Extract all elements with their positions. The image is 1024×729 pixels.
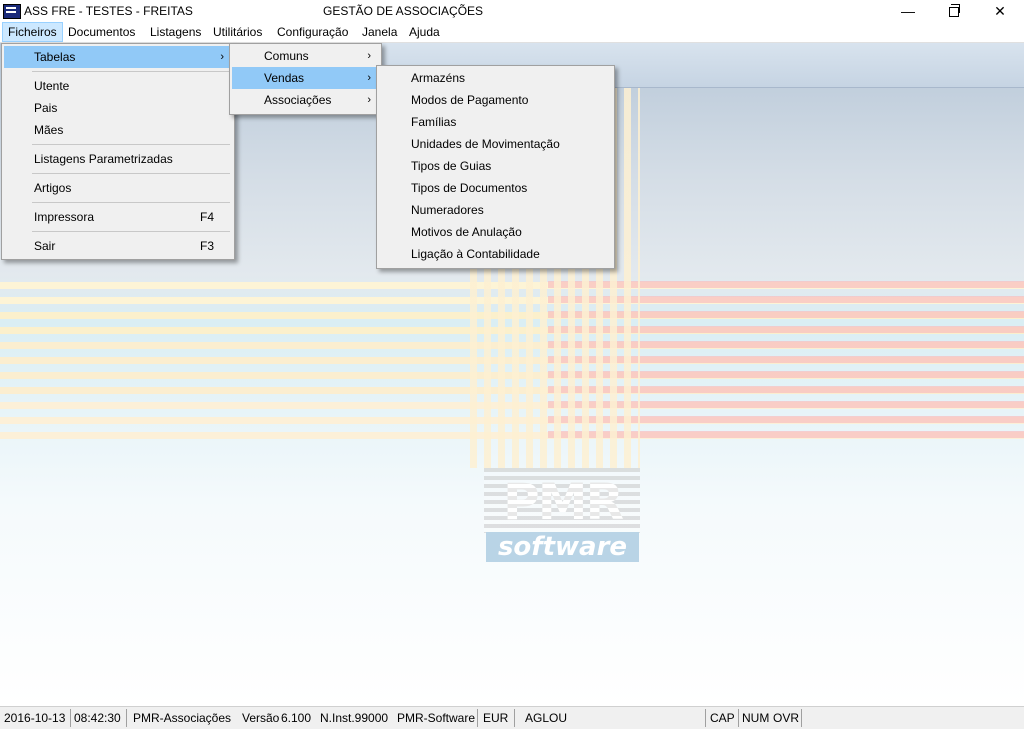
menu-documentos[interactable]: Documentos <box>63 22 140 42</box>
menu-item-label: Pais <box>34 101 58 115</box>
menu-ficheiros[interactable]: Ficheiros <box>2 22 63 42</box>
menu-separator <box>32 202 230 203</box>
menu-item-label: Impressora <box>34 210 95 224</box>
menu-item-label: Mães <box>34 123 64 137</box>
menu-item-label: Famílias <box>411 115 457 129</box>
title-bar: ASS FRE - TESTES - FREITAS GESTÃO DE ASS… <box>0 0 1024 22</box>
status-divider <box>705 709 706 727</box>
menu-item-label: Ligação à Contabilidade <box>411 247 540 261</box>
menu-item-label: Listagens Parametrizadas <box>34 152 173 166</box>
menu-item-label: Utente <box>34 79 70 93</box>
status-bar: 2016-10-13 08:42:30 PMR-Associações Vers… <box>0 706 1024 729</box>
status-cap: CAP <box>710 711 735 725</box>
menu-item-maes[interactable]: Mães <box>4 119 232 141</box>
menu-item-ligacao-contabilidade[interactable]: Ligação à Contabilidade <box>379 243 612 265</box>
status-num: NUM <box>742 711 770 725</box>
menu-item-sair[interactable]: Sair F3 <box>4 235 232 257</box>
menu-item-modos-pagamento[interactable]: Modos de Pagamento <box>379 89 612 111</box>
menu-item-numeradores[interactable]: Numeradores <box>379 199 612 221</box>
restore-icon <box>949 4 960 17</box>
menu-separator <box>32 173 230 174</box>
menu-item-label: Sair <box>34 239 56 253</box>
menu-janela[interactable]: Janela <box>357 22 402 42</box>
ficheiros-dropdown: Tabelas › Utente Pais Mães Listagens Par… <box>1 43 235 260</box>
chevron-right-icon: › <box>220 51 224 63</box>
menu-item-label: Artigos <box>34 181 72 195</box>
menu-listagens[interactable]: Listagens <box>145 22 206 42</box>
menu-item-listagens-parametrizadas[interactable]: Listagens Parametrizadas <box>4 148 232 170</box>
menu-item-label: Modos de Pagamento <box>411 93 529 107</box>
menu-item-tipos-documentos[interactable]: Tipos de Documentos <box>379 177 612 199</box>
menu-item-label: Numeradores <box>411 203 484 217</box>
status-divider <box>477 709 478 727</box>
menu-item-unidades-movimentacao[interactable]: Unidades de Movimentação <box>379 133 612 155</box>
menu-item-utente[interactable]: Utente <box>4 75 232 97</box>
chevron-right-icon: › <box>367 72 371 84</box>
menu-item-pais[interactable]: Pais <box>4 97 232 119</box>
status-version-label: Versão <box>242 711 280 725</box>
shortcut-label: F4 <box>199 210 214 224</box>
status-divider <box>70 709 71 727</box>
status-version: 6.100 <box>281 711 312 725</box>
status-divider <box>514 709 515 727</box>
status-user: AGLOU <box>525 711 568 725</box>
menu-item-familias[interactable]: Famílias <box>379 111 612 133</box>
status-ovr: OVR <box>773 711 800 725</box>
menu-item-label: Tabelas <box>34 50 76 64</box>
menu-item-armazens[interactable]: Armazéns <box>379 67 612 89</box>
app-center-title: GESTÃO DE ASSOCIAÇÕES <box>323 4 484 18</box>
status-divider <box>738 709 739 727</box>
status-divider <box>801 709 802 727</box>
menu-item-label: Unidades de Movimentação <box>411 137 560 151</box>
chevron-right-icon: › <box>367 94 371 106</box>
menu-separator <box>32 144 230 145</box>
tabelas-submenu: Comuns › Vendas › Associações › <box>229 43 382 115</box>
minimize-icon: — <box>901 3 915 19</box>
status-app: PMR-Associações <box>133 711 232 725</box>
menu-item-vendas[interactable]: Vendas › <box>232 67 379 89</box>
menu-item-label: Tipos de Documentos <box>411 181 528 195</box>
menu-ajuda[interactable]: Ajuda <box>404 22 445 42</box>
menu-item-label: Tipos de Guias <box>411 159 492 173</box>
menu-item-tipos-guias[interactable]: Tipos de Guias <box>379 155 612 177</box>
status-currency: EUR <box>483 711 509 725</box>
status-install: N.Inst.99000 <box>320 711 389 725</box>
menu-separator <box>32 231 230 232</box>
menu-bar: Ficheiros Documentos Listagens Utilitári… <box>0 22 1024 43</box>
menu-item-comuns[interactable]: Comuns › <box>232 45 379 67</box>
window-title: ASS FRE - TESTES - FREITAS <box>24 4 193 18</box>
vendas-submenu: Armazéns Modos de Pagamento Famílias Uni… <box>376 65 615 269</box>
menu-item-motivos-anulacao[interactable]: Motivos de Anulação <box>379 221 612 243</box>
status-time: 08:42:30 <box>74 711 121 725</box>
pmr-logo: PMR <box>486 472 639 532</box>
menu-item-label: Motivos de Anulação <box>411 225 522 239</box>
minimize-button[interactable]: — <box>885 0 931 22</box>
status-company: PMR-Software <box>397 711 476 725</box>
close-icon: ✕ <box>994 3 1006 19</box>
shortcut-label: F3 <box>199 239 214 253</box>
menu-item-tabelas[interactable]: Tabelas › <box>4 46 232 68</box>
chevron-right-icon: › <box>367 50 371 62</box>
menu-item-impressora[interactable]: Impressora F4 <box>4 206 232 228</box>
menu-item-label: Vendas <box>264 71 305 85</box>
menu-item-label: Associações <box>264 93 332 107</box>
app-icon[interactable] <box>3 4 21 19</box>
menu-item-label: Comuns <box>264 49 309 63</box>
close-button[interactable]: ✕ <box>977 0 1023 22</box>
menu-item-associacoes[interactable]: Associações › <box>232 89 379 111</box>
menu-item-label: Armazéns <box>411 71 466 85</box>
menu-utilitarios[interactable]: Utilitários <box>208 22 267 42</box>
restore-button[interactable] <box>931 0 977 22</box>
menu-configuracao[interactable]: Configuração <box>272 22 353 42</box>
pmr-software-label: software <box>486 532 639 562</box>
status-divider <box>126 709 127 727</box>
menu-separator <box>32 71 230 72</box>
menu-item-artigos[interactable]: Artigos <box>4 177 232 199</box>
status-date: 2016-10-13 <box>4 711 66 725</box>
